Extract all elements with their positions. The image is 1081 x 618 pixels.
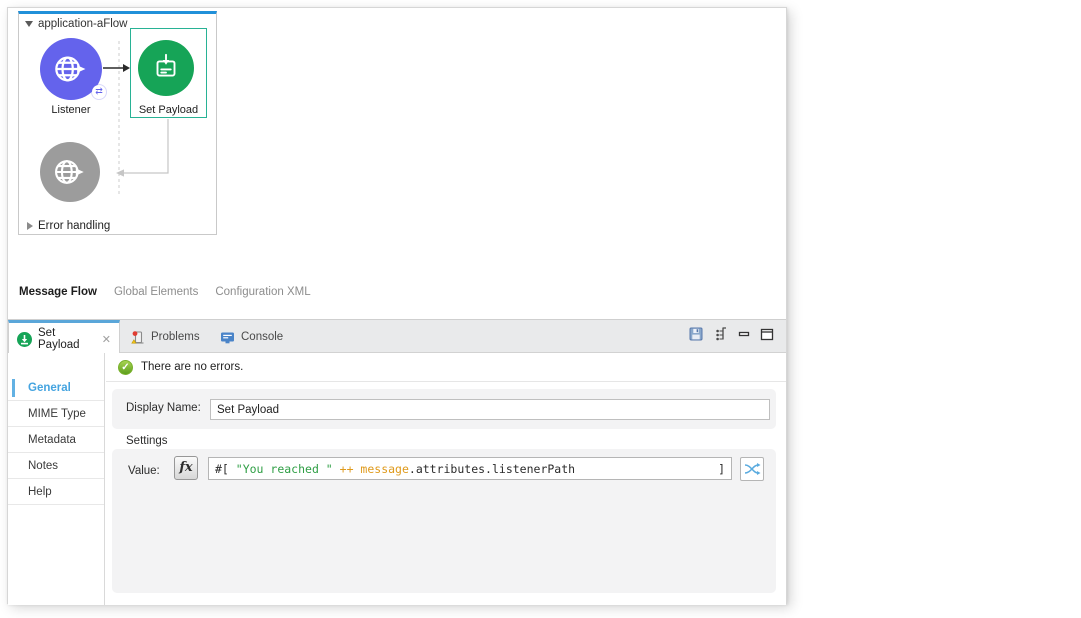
sidebar-item-help[interactable]: Help [8,479,104,505]
save-icon[interactable] [688,326,704,342]
dataweave-icon [743,460,761,478]
tab-message-flow[interactable]: Message Flow [19,286,97,298]
value-label: Value: [128,465,160,477]
minimize-icon[interactable] [738,328,751,341]
expression-token: #[ [215,462,236,476]
error-handling-section[interactable]: Error handling [27,220,110,232]
flow-container-application-aflow[interactable]: application-aFlow ⇄ Listener [18,11,217,235]
tab-console-label: Console [241,331,283,343]
properties-body: General MIME Type Metadata Notes Help ✓ … [8,353,786,605]
problems-icon [130,330,145,345]
no-errors-check-icon: ✓ [118,360,133,375]
display-name-label: Display Name: [126,402,201,414]
set-payload-icon [149,51,183,85]
expand-triangle-icon[interactable] [27,222,33,230]
panel-tab-bar: Set Payload ✕ Problems [8,319,786,353]
tree-icon[interactable] [713,326,729,342]
tab-configuration-xml[interactable]: Configuration XML [215,286,310,298]
error-handler-node[interactable] [40,142,100,202]
set-payload-green-icon [17,332,32,347]
fx-expression-button[interactable]: fx [174,456,198,480]
tab-set-payload[interactable]: Set Payload ✕ [8,320,120,355]
display-name-input[interactable] [210,399,770,420]
flow-canvas[interactable]: application-aFlow ⇄ Listener [8,8,786,312]
editor-view-tabs: Message Flow Global Elements Configurati… [19,286,311,298]
globe-arrow-icon [51,49,91,89]
settings-section-title: Settings [126,435,168,447]
sidebar-item-notes[interactable]: Notes [8,453,104,479]
console-icon [220,330,235,345]
close-icon[interactable]: ✕ [102,333,111,346]
properties-panel: Set Payload ✕ Problems [8,319,786,605]
sidebar-item-general[interactable]: General [8,375,104,401]
anypoint-studio-window: application-aFlow ⇄ Listener [7,7,787,604]
set-payload-node[interactable] [138,40,194,96]
display-name-group: Display Name: [112,389,776,429]
status-row: ✓ There are no errors. [106,353,786,382]
settings-group: Value: fx #[ "You reached " ++ message .… [112,449,776,593]
flow-header[interactable]: application-aFlow [25,18,128,30]
expression-close-bracket: ] [718,462,725,476]
maximize-icon[interactable] [760,328,774,341]
globe-arrow-icon-gray [51,153,89,191]
sidebar-item-mime-type[interactable]: MIME Type [8,401,104,427]
status-message: There are no errors. [141,361,243,373]
collapse-triangle-icon[interactable] [25,21,33,27]
error-handling-label: Error handling [38,220,110,232]
sidebar-item-metadata[interactable]: Metadata [8,427,104,453]
dataweave-editor-button[interactable] [740,457,764,481]
tab-problems-label: Problems [151,331,200,343]
tab-problems[interactable]: Problems [122,320,208,354]
expression-token-operator: ++ [340,462,361,476]
value-expression-input[interactable]: #[ "You reached " ++ message .attributes… [208,457,732,480]
tab-global-elements[interactable]: Global Elements [114,286,198,298]
properties-sidebar: General MIME Type Metadata Notes Help [8,353,105,605]
flow-title: application-aFlow [38,18,128,30]
expression-token-variable: message [360,462,408,476]
tab-set-payload-label: Set Payload [38,327,94,351]
expression-token-string: "You reached " [236,462,340,476]
tab-console[interactable]: Console [212,320,291,354]
panel-toolbar [688,326,774,342]
properties-content: ✓ There are no errors. Display Name: Set… [106,353,786,605]
listener-node-label: Listener [35,104,107,116]
exchange-badge-icon: ⇄ [92,85,106,99]
set-payload-node-label: Set Payload [130,104,207,116]
expression-token: .attributes.listenerPath [409,462,575,476]
